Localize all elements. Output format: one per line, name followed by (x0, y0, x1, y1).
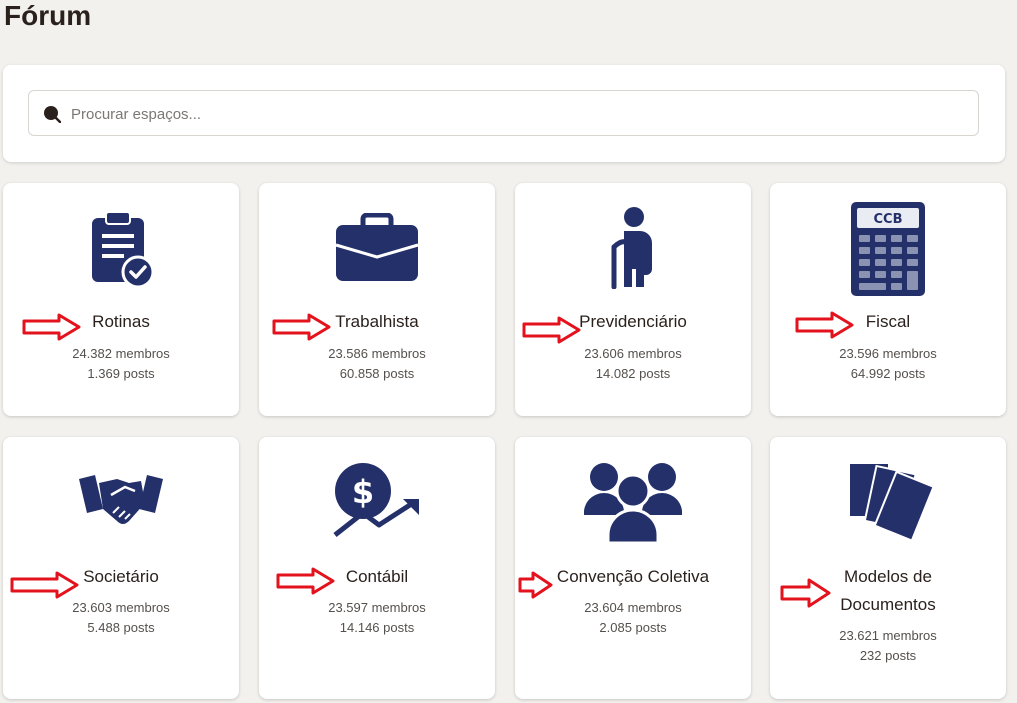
space-name: Rotinas (92, 312, 150, 331)
search-icon (44, 106, 61, 123)
calculator-icon: CCB (851, 202, 925, 296)
search-box[interactable] (28, 90, 979, 137)
users-group-icon (584, 463, 682, 543)
members-count: 23.596 membros (839, 346, 937, 361)
members-count: 23.603 membros (72, 600, 170, 615)
space-card-previdenciario[interactable]: Previdenciário 23.606 membros 14.082 pos… (515, 183, 751, 416)
calculator-display-text: CCB (874, 212, 903, 227)
space-name-line-2: Documentos (840, 595, 936, 614)
space-card-societario[interactable]: Societário 23.603 membros 5.488 posts (3, 437, 239, 699)
space-card-modelos-de-documentos[interactable]: Modelos de Documentos 23.621 membros 232… (770, 437, 1006, 699)
svg-text:$: $ (352, 473, 374, 511)
space-card-trabalhista[interactable]: Trabalhista 23.586 membros 60.858 posts (259, 183, 495, 416)
members-count: 23.604 membros (584, 600, 682, 615)
members-count: 23.606 membros (584, 346, 682, 361)
elderly-person-icon (611, 207, 652, 289)
space-card-contabil[interactable]: $ Contábil 23.597 membros 14.146 posts (259, 437, 495, 699)
posts-count: 64.992 posts (850, 366, 926, 381)
space-card-rotinas[interactable]: Rotinas 24.382 membros 1.369 posts (3, 183, 239, 416)
space-name: Convenção Coletiva (556, 567, 710, 586)
clipboard-check-icon (92, 211, 155, 288)
search-card (3, 65, 1005, 162)
space-card-convencao-coletiva[interactable]: Convenção Coletiva 23.604 membros 2.085 … (515, 437, 751, 699)
space-name: Fiscal (865, 312, 911, 331)
search-input[interactable] (69, 91, 953, 137)
members-count: 23.586 membros (328, 346, 426, 361)
posts-count: 1.369 posts (87, 366, 155, 381)
space-name: Societário (83, 567, 159, 586)
posts-count: 60.858 posts (339, 366, 415, 381)
space-name: Previdenciário (579, 312, 687, 331)
posts-count: 5.488 posts (87, 620, 155, 635)
posts-count: 232 posts (859, 648, 917, 663)
posts-count: 14.082 posts (595, 366, 671, 381)
members-count: 24.382 membros (72, 346, 170, 361)
posts-count: 14.146 posts (339, 620, 415, 635)
space-name: Trabalhista (335, 312, 419, 331)
space-name: Contábil (345, 567, 409, 586)
handshake-icon (79, 475, 163, 524)
posts-count: 2.085 posts (599, 620, 667, 635)
space-card-fiscal[interactable]: CCB Fiscal 23.596 membros 64.992 posts (770, 183, 1006, 416)
briefcase-icon (335, 213, 419, 281)
documents-stack-icon (848, 462, 933, 542)
page-title: Fórum (4, 0, 92, 31)
members-count: 23.597 membros (328, 600, 426, 615)
members-count: 23.621 membros (839, 628, 937, 643)
dollar-growth-icon: $ (333, 463, 419, 537)
space-name-line-1: Modelos de (844, 567, 932, 586)
